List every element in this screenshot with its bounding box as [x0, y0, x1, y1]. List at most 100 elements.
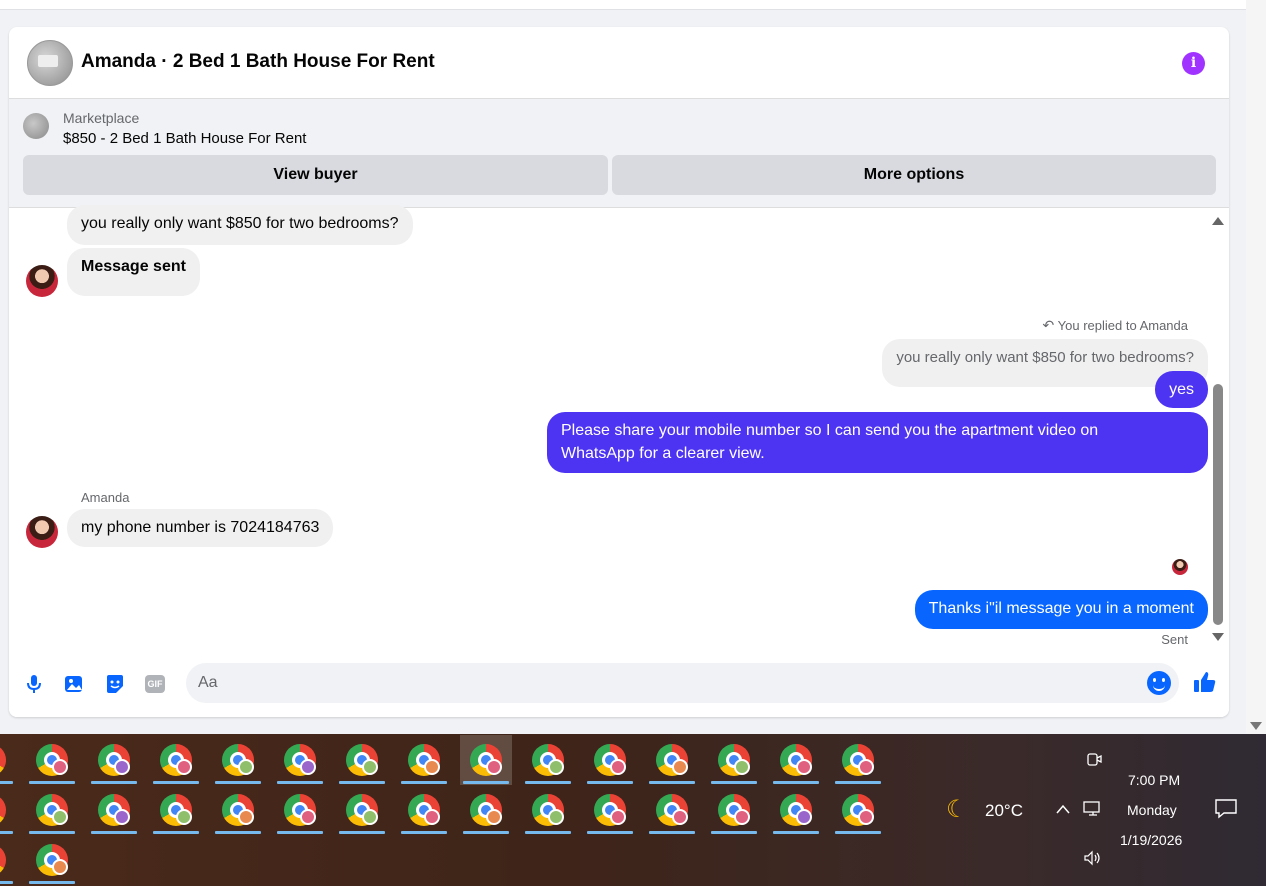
- profile-badge-icon: [858, 759, 874, 775]
- profile-badge-icon: [424, 759, 440, 775]
- profile-badge-icon: [610, 809, 626, 825]
- taskbar-chrome-icon[interactable]: [274, 785, 326, 835]
- taskbar-chrome-icon[interactable]: [398, 735, 450, 785]
- taskbar-chrome-icon[interactable]: [274, 735, 326, 785]
- taskbar-chrome-icon[interactable]: [770, 785, 822, 835]
- profile-badge-icon: [238, 759, 254, 775]
- sticker-icon[interactable]: [104, 673, 126, 695]
- marketplace-label: Marketplace: [63, 110, 140, 126]
- profile-badge-icon: [362, 809, 378, 825]
- thumbs-up-icon[interactable]: [1192, 669, 1218, 695]
- browser-top-strip: [0, 0, 1246, 10]
- taskbar-chrome-icon[interactable]: [584, 785, 636, 835]
- weather-moon-icon[interactable]: ☾: [946, 795, 968, 824]
- listing-title[interactable]: $850 - 2 Bed 1 Bath House For Rent: [63, 130, 306, 147]
- running-indicator: [91, 831, 137, 834]
- meet-now-icon[interactable]: [1085, 750, 1103, 773]
- profile-badge-icon: [424, 809, 440, 825]
- taskbar-chrome-icon[interactable]: [708, 735, 760, 785]
- taskbar-chrome-icon[interactable]: [832, 735, 884, 785]
- taskbar-chrome-icon[interactable]: [26, 785, 78, 835]
- taskbar-chrome-icon[interactable]: [336, 785, 388, 835]
- taskbar-chrome-icon[interactable]: [584, 735, 636, 785]
- view-buyer-button[interactable]: View buyer: [23, 155, 608, 195]
- running-indicator: [463, 831, 509, 834]
- running-indicator: [277, 781, 323, 784]
- incoming-message[interactable]: you really only want $850 for two bedroo…: [67, 205, 413, 245]
- taskbar-chrome-icon[interactable]: [832, 785, 884, 835]
- taskbar-chrome-icon[interactable]: [0, 785, 16, 835]
- profile-badge-icon: [734, 759, 750, 775]
- weather-temperature[interactable]: 20°C: [985, 801, 1023, 821]
- message-status: Sent: [1161, 632, 1188, 647]
- taskbar-chrome-icon[interactable]: [0, 735, 16, 785]
- listing-thumbnail[interactable]: [23, 113, 49, 139]
- microphone-icon[interactable]: [23, 673, 45, 695]
- listing-avatar[interactable]: [27, 40, 73, 86]
- chat-window: Amanda · 2 Bed 1 Bath House For Rent i M…: [9, 27, 1229, 717]
- running-indicator: [835, 781, 881, 784]
- taskbar-chrome-icon[interactable]: [88, 735, 140, 785]
- taskbar-chrome-icon[interactable]: [212, 735, 264, 785]
- gif-icon[interactable]: GIF: [145, 675, 165, 693]
- photo-icon[interactable]: [63, 673, 85, 695]
- taskbar-chrome-icon[interactable]: [26, 735, 78, 785]
- outgoing-message[interactable]: yes: [1155, 371, 1208, 408]
- outgoing-message[interactable]: Thanks i"il message you in a moment: [914, 590, 1208, 629]
- taskbar-chrome-icon[interactable]: [88, 785, 140, 835]
- profile-badge-icon: [52, 859, 68, 875]
- profile-badge-icon: [176, 809, 192, 825]
- taskbar-chrome-icon[interactable]: [646, 735, 698, 785]
- running-indicator: [649, 781, 695, 784]
- message-scrollbar[interactable]: [1211, 208, 1225, 656]
- scroll-up-arrow[interactable]: [1212, 217, 1224, 225]
- taskbar-chrome-icon[interactable]: [26, 835, 78, 885]
- network-icon[interactable]: [1083, 800, 1103, 823]
- clock-time[interactable]: 7:00 PM: [1128, 772, 1180, 788]
- taskbar-chrome-icon[interactable]: [150, 785, 202, 835]
- running-indicator: [339, 781, 385, 784]
- more-options-button[interactable]: More options: [612, 155, 1216, 195]
- profile-badge-icon: [52, 809, 68, 825]
- amanda-avatar[interactable]: [26, 516, 58, 548]
- scroll-down-arrow[interactable]: [1212, 633, 1224, 641]
- incoming-message[interactable]: my phone number is 7024184763: [67, 509, 334, 547]
- taskbar-chrome-icon[interactable]: [522, 785, 574, 835]
- clock-day[interactable]: Monday: [1127, 802, 1177, 818]
- profile-badge-icon: [672, 809, 688, 825]
- page-scroll-down-arrow[interactable]: [1250, 722, 1262, 730]
- reply-arrow-icon: ↶: [1042, 317, 1055, 333]
- running-indicator: [525, 781, 571, 784]
- taskbar-chrome-icon[interactable]: [212, 785, 264, 835]
- profile-badge-icon: [362, 759, 378, 775]
- taskbar-chrome-icon[interactable]: [336, 735, 388, 785]
- profile-badge-icon: [672, 759, 688, 775]
- chevron-up-icon[interactable]: [1055, 802, 1071, 820]
- clock-date[interactable]: 1/19/2026: [1120, 832, 1182, 848]
- emoji-icon[interactable]: [1147, 671, 1171, 695]
- running-indicator: [91, 781, 137, 784]
- amanda-avatar[interactable]: [26, 265, 58, 297]
- outgoing-message[interactable]: Please share your mobile number so I can…: [547, 412, 1208, 473]
- message-list: you really only want $850 for two bedroo…: [9, 205, 1229, 656]
- taskbar-chrome-icon[interactable]: [460, 785, 512, 835]
- scroll-thumb[interactable]: [1213, 384, 1223, 625]
- profile-badge-icon: [300, 759, 316, 775]
- taskbar-chrome-icon[interactable]: [0, 835, 16, 885]
- taskbar-chrome-icon[interactable]: [770, 735, 822, 785]
- running-indicator: [29, 881, 75, 884]
- incoming-message[interactable]: Message sent: [67, 248, 200, 296]
- message-input[interactable]: [186, 663, 1179, 703]
- profile-badge-icon: [610, 759, 626, 775]
- volume-icon[interactable]: [1083, 850, 1103, 871]
- taskbar-chrome-icon[interactable]: [646, 785, 698, 835]
- page-scrollbar[interactable]: [1246, 0, 1266, 734]
- info-icon[interactable]: i: [1182, 52, 1205, 75]
- taskbar-chrome-icon[interactable]: [460, 735, 512, 785]
- taskbar-chrome-icon[interactable]: [522, 735, 574, 785]
- taskbar-chrome-icon[interactable]: [708, 785, 760, 835]
- notifications-icon[interactable]: [1214, 798, 1238, 825]
- taskbar-chrome-icon[interactable]: [150, 735, 202, 785]
- running-indicator: [401, 831, 447, 834]
- taskbar-chrome-icon[interactable]: [398, 785, 450, 835]
